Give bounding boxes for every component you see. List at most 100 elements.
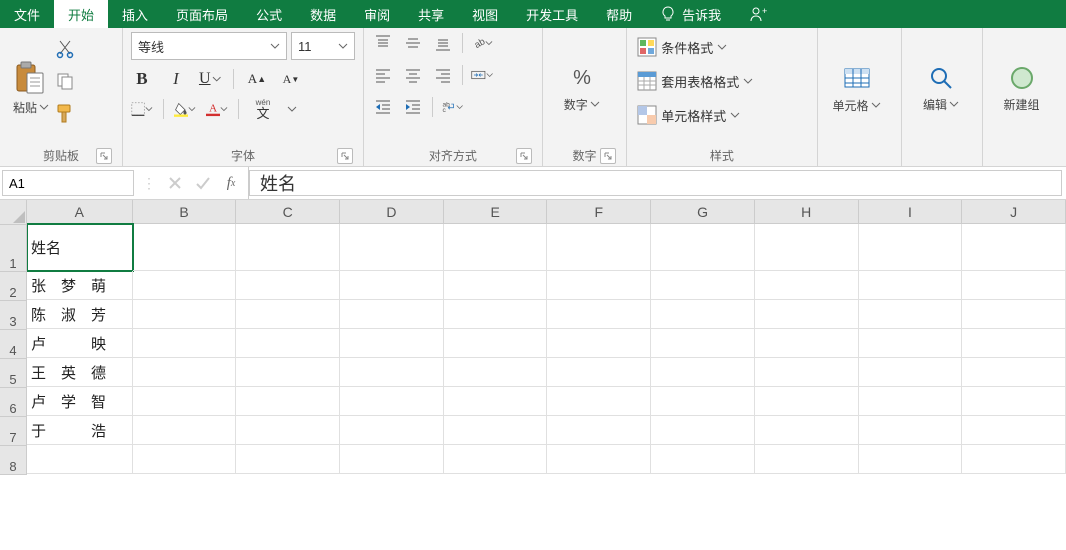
phonetic-button[interactable]: wén文: [249, 98, 277, 120]
row-header-4[interactable]: 4: [0, 330, 27, 359]
cell-E1[interactable]: [444, 224, 548, 271]
font-name-select[interactable]: 等线: [131, 32, 287, 60]
number-format-button[interactable]: % 数字: [551, 32, 613, 144]
shrink-font-button[interactable]: A▼: [280, 68, 302, 90]
grow-font-button[interactable]: A▲: [246, 68, 268, 90]
cell-H1[interactable]: [755, 224, 859, 271]
formula-input[interactable]: 姓名: [249, 170, 1062, 196]
wrap-text-button[interactable]: abc: [441, 96, 463, 118]
cell-E7[interactable]: [444, 416, 548, 445]
cell-C3[interactable]: [236, 300, 340, 329]
decrease-indent-button[interactable]: [372, 96, 394, 118]
row-header-7[interactable]: 7: [0, 417, 27, 446]
row-header-6[interactable]: 6: [0, 388, 27, 417]
cell-B4[interactable]: [133, 329, 237, 358]
cancel-button[interactable]: [166, 174, 184, 192]
cell-B6[interactable]: [133, 387, 237, 416]
column-header-G[interactable]: G: [651, 200, 755, 224]
number-launcher[interactable]: [600, 148, 616, 164]
row-header-5[interactable]: 5: [0, 359, 27, 388]
cell-B7[interactable]: [133, 416, 237, 445]
align-bottom-button[interactable]: [432, 32, 454, 54]
align-center-button[interactable]: [402, 64, 424, 86]
cell-G2[interactable]: [651, 271, 755, 300]
cell-J5[interactable]: [962, 358, 1066, 387]
cell-G7[interactable]: [651, 416, 755, 445]
cell-A8[interactable]: [27, 445, 133, 474]
column-header-H[interactable]: H: [755, 200, 859, 224]
cell-A4[interactable]: 卢 映: [27, 329, 133, 358]
tab-插入[interactable]: 插入: [108, 0, 162, 28]
cell-H6[interactable]: [755, 387, 859, 416]
conditional-formatting-button[interactable]: 条件格式: [635, 34, 729, 60]
clipboard-launcher[interactable]: [96, 148, 112, 164]
cell-I6[interactable]: [859, 387, 963, 416]
cell-F6[interactable]: [547, 387, 651, 416]
cell-J2[interactable]: [962, 271, 1066, 300]
cell-F1[interactable]: [547, 224, 651, 271]
newgroup-button[interactable]: 新建组: [991, 32, 1053, 144]
cell-D6[interactable]: [340, 387, 444, 416]
cells-button[interactable]: 单元格: [826, 32, 888, 144]
column-header-J[interactable]: J: [962, 200, 1066, 224]
cell-H3[interactable]: [755, 300, 859, 329]
editing-button[interactable]: 编辑: [910, 32, 972, 144]
paste-button[interactable]: 粘贴: [8, 32, 54, 144]
cell-H8[interactable]: [755, 445, 859, 474]
italic-button[interactable]: I: [165, 68, 187, 90]
column-header-B[interactable]: B: [133, 200, 237, 224]
cell-I4[interactable]: [859, 329, 963, 358]
cell-A1[interactable]: 姓名: [27, 224, 133, 271]
column-header-A[interactable]: A: [27, 200, 133, 224]
cell-F3[interactable]: [547, 300, 651, 329]
align-top-button[interactable]: [372, 32, 394, 54]
cell-B1[interactable]: [133, 224, 237, 271]
row-header-2[interactable]: 2: [0, 272, 27, 301]
increase-indent-button[interactable]: [402, 96, 424, 118]
cell-E4[interactable]: [444, 329, 548, 358]
align-middle-button[interactable]: [402, 32, 424, 54]
cell-D7[interactable]: [340, 416, 444, 445]
cell-H5[interactable]: [755, 358, 859, 387]
cell-E8[interactable]: [444, 445, 548, 474]
cell-E3[interactable]: [444, 300, 548, 329]
cell-C1[interactable]: [236, 224, 340, 271]
cell-A2[interactable]: 张 梦 萌: [27, 271, 133, 300]
cell-styles-button[interactable]: 单元格样式: [635, 102, 742, 128]
row-header-8[interactable]: 8: [0, 446, 27, 475]
cell-E5[interactable]: [444, 358, 548, 387]
format-painter-button[interactable]: [54, 102, 76, 124]
tab-数据[interactable]: 数据: [296, 0, 350, 28]
cell-E2[interactable]: [444, 271, 548, 300]
tab-开始[interactable]: 开始: [54, 0, 108, 28]
alignment-launcher[interactable]: [516, 148, 532, 164]
merge-button[interactable]: [471, 64, 493, 86]
cell-A7[interactable]: 于 浩: [27, 416, 133, 445]
enter-button[interactable]: [194, 174, 212, 192]
cell-C8[interactable]: [236, 445, 340, 474]
cell-D4[interactable]: [340, 329, 444, 358]
cell-I8[interactable]: [859, 445, 963, 474]
cell-G6[interactable]: [651, 387, 755, 416]
cell-J6[interactable]: [962, 387, 1066, 416]
cell-E6[interactable]: [444, 387, 548, 416]
cell-G8[interactable]: [651, 445, 755, 474]
copy-button[interactable]: [54, 70, 76, 92]
cell-F2[interactable]: [547, 271, 651, 300]
tab-开发工具[interactable]: 开发工具: [512, 0, 592, 28]
cell-J7[interactable]: [962, 416, 1066, 445]
cell-B5[interactable]: [133, 358, 237, 387]
cell-C7[interactable]: [236, 416, 340, 445]
fill-color-button[interactable]: [174, 98, 196, 120]
tab-文件[interactable]: 文件: [0, 0, 54, 28]
cell-D8[interactable]: [340, 445, 444, 474]
fx-button[interactable]: fx: [222, 174, 240, 192]
cell-J3[interactable]: [962, 300, 1066, 329]
row-header-1[interactable]: 1: [0, 225, 27, 272]
cell-I3[interactable]: [859, 300, 963, 329]
cell-H4[interactable]: [755, 329, 859, 358]
tab-审阅[interactable]: 审阅: [350, 0, 404, 28]
cell-F7[interactable]: [547, 416, 651, 445]
tab-页面布局[interactable]: 页面布局: [162, 0, 242, 28]
cut-button[interactable]: [54, 38, 76, 60]
